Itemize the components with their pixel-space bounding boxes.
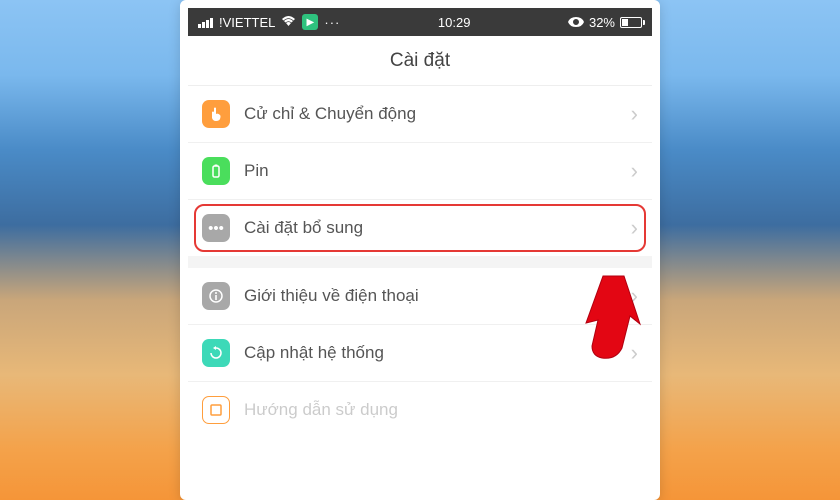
status-bar: !VIETTEL ▶ ··· 10:29 32% bbox=[188, 8, 652, 36]
chevron-right-icon: › bbox=[631, 101, 638, 127]
clock: 10:29 bbox=[438, 15, 471, 30]
row-system-update[interactable]: Cập nhật hệ thống › bbox=[188, 325, 652, 382]
row-label: Cử chỉ & Chuyển động bbox=[244, 104, 631, 124]
row-additional-settings[interactable]: ••• Cài đặt bổ sung › bbox=[188, 200, 652, 268]
chevron-right-icon: › bbox=[631, 283, 638, 309]
row-label: Cài đặt bổ sung bbox=[244, 218, 631, 238]
more-notifications-icon: ··· bbox=[324, 15, 340, 30]
row-about-phone[interactable]: Giới thiệu về điện thoại › bbox=[188, 268, 652, 325]
carrier-label: !VIETTEL bbox=[219, 15, 275, 30]
page-header: Cài đặt bbox=[188, 36, 652, 86]
settings-list: Cử chỉ & Chuyển động › Pin › ••• Cài đặt… bbox=[188, 86, 652, 424]
page-title: Cài đặt bbox=[390, 50, 450, 72]
chevron-right-icon: › bbox=[631, 158, 638, 184]
signal-icon bbox=[198, 16, 213, 28]
notification-icon: ▶ bbox=[302, 14, 318, 30]
row-user-manual[interactable]: Hướng dẫn sử dụng bbox=[188, 382, 652, 424]
row-label: Cập nhật hệ thống bbox=[244, 343, 631, 363]
update-icon bbox=[202, 339, 230, 367]
battery-icon bbox=[620, 17, 642, 28]
info-icon bbox=[202, 282, 230, 310]
chevron-right-icon: › bbox=[631, 340, 638, 366]
row-gestures[interactable]: Cử chỉ & Chuyển động › bbox=[188, 86, 652, 143]
more-icon: ••• bbox=[202, 214, 230, 242]
row-battery[interactable]: Pin › bbox=[188, 143, 652, 200]
row-label: Hướng dẫn sử dụng bbox=[244, 400, 638, 420]
chevron-right-icon: › bbox=[631, 215, 638, 241]
row-label: Pin bbox=[244, 161, 631, 181]
book-icon bbox=[202, 396, 230, 424]
row-label: Giới thiệu về điện thoại bbox=[244, 286, 631, 306]
battery-percent: 32% bbox=[589, 15, 615, 30]
phone-screenshot: !VIETTEL ▶ ··· 10:29 32% Cài đặt Cử chỉ … bbox=[180, 0, 660, 500]
wifi-icon bbox=[281, 14, 296, 30]
eye-icon bbox=[568, 15, 584, 30]
battery-icon bbox=[202, 157, 230, 185]
gesture-icon bbox=[202, 100, 230, 128]
